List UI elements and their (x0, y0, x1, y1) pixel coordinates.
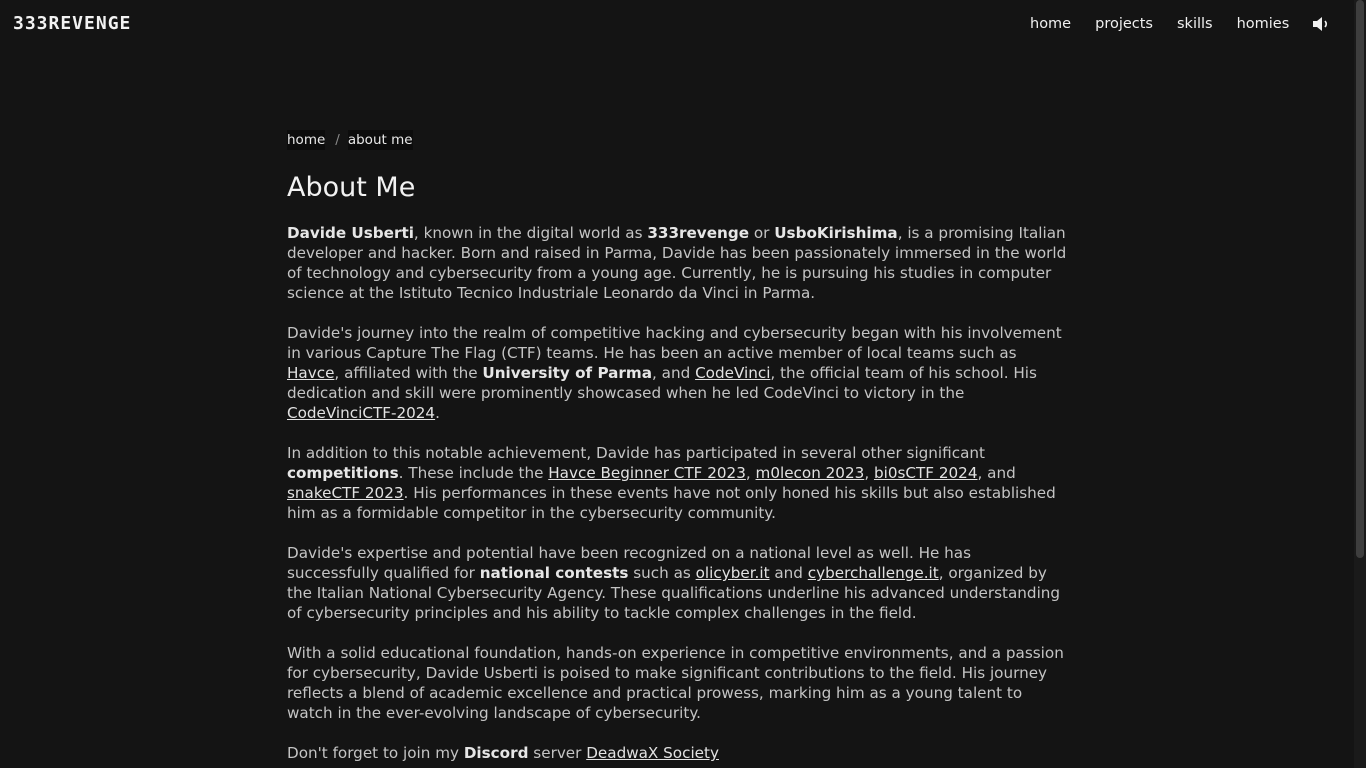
text-span: , (864, 464, 874, 482)
cyberchallenge-link[interactable]: cyberchallenge.it (808, 564, 939, 582)
text-span: . (435, 404, 440, 422)
discord-invite-paragraph: Don't forget to join my Discord server D… (287, 743, 1067, 763)
university-name: University of Parma (482, 364, 652, 382)
text-span: and (769, 564, 808, 582)
nav-home-link[interactable]: home (1030, 14, 1071, 34)
codevinci-link[interactable]: CodeVinci (695, 364, 770, 382)
about-content: home / about me About Me Davide Usberti,… (287, 130, 1067, 763)
bio-paragraph-intro: Davide Usberti, known in the digital wor… (287, 223, 1067, 303)
bio-paragraph-competitions: In addition to this notable achievement,… (287, 443, 1067, 523)
text-span: , and (977, 464, 1016, 482)
text-span: server (528, 744, 587, 762)
speaker-icon[interactable] (1311, 14, 1333, 34)
bi0sctf-link[interactable]: bi0sCTF 2024 (874, 464, 978, 482)
olicyber-link[interactable]: olicyber.it (696, 564, 770, 582)
alias-333revenge: 333revenge (647, 224, 749, 242)
site-logo[interactable]: 333REVENGE (13, 12, 131, 36)
nav-skills-link[interactable]: skills (1177, 14, 1213, 34)
text-span: , and (652, 364, 696, 382)
m0lecon-link[interactable]: m0lecon 2023 (756, 464, 865, 482)
breadcrumb-separator: / (335, 132, 340, 148)
text-span: With a solid educational foundation, han… (287, 644, 1064, 722)
bio-paragraph-national: Davide's expertise and potential have be… (287, 543, 1067, 623)
bio-paragraph-ctf-teams: Davide's journey into the realm of compe… (287, 323, 1067, 423)
text-span: In addition to this notable achievement,… (287, 444, 985, 462)
page: 333REVENGE home projects skills homies h… (0, 0, 1366, 768)
breadcrumb-current: about me (347, 130, 413, 150)
text-span: . These include the (398, 464, 549, 482)
breadcrumb-home-link[interactable]: home (287, 130, 326, 150)
snakectf-link[interactable]: snakeCTF 2023 (287, 484, 404, 502)
discord-bold: Discord (463, 744, 529, 762)
page-title: About Me (287, 172, 416, 203)
text-span: Davide's journey into the realm of compe… (287, 324, 1062, 362)
main-nav: home projects skills homies (1030, 14, 1333, 34)
text-span: , affiliated with the (334, 364, 483, 382)
alias-usbokirishima: UsboKirishima (774, 224, 898, 242)
page-scrollbar[interactable] (1354, 0, 1366, 768)
havce-link[interactable]: Havce (287, 364, 334, 382)
breadcrumb: home / about me (287, 130, 1067, 150)
bio-paragraph-summary: With a solid educational foundation, han… (287, 643, 1067, 723)
text-span: or (749, 224, 775, 242)
deadwax-society-link[interactable]: DeadwaX Society (586, 744, 719, 762)
top-navigation-bar: 333REVENGE home projects skills homies (0, 0, 1354, 48)
nav-projects-link[interactable]: projects (1095, 14, 1153, 34)
text-span: such as (628, 564, 696, 582)
havce-beginner-ctf-link[interactable]: Havce Beginner CTF 2023 (548, 464, 746, 482)
text-span: Don't forget to join my (287, 744, 464, 762)
text-span: , (745, 464, 756, 482)
competitions-bold: competitions (287, 464, 399, 482)
national-contests-bold: national contests (479, 564, 629, 582)
nav-homies-link[interactable]: homies (1237, 14, 1290, 34)
scrollbar-thumb[interactable] (1356, 0, 1364, 558)
full-name: Davide Usberti (287, 224, 414, 242)
text-span: , known in the digital world as (413, 224, 648, 242)
codevincictf-2024-link[interactable]: CodeVinciCTF-2024 (287, 404, 435, 422)
